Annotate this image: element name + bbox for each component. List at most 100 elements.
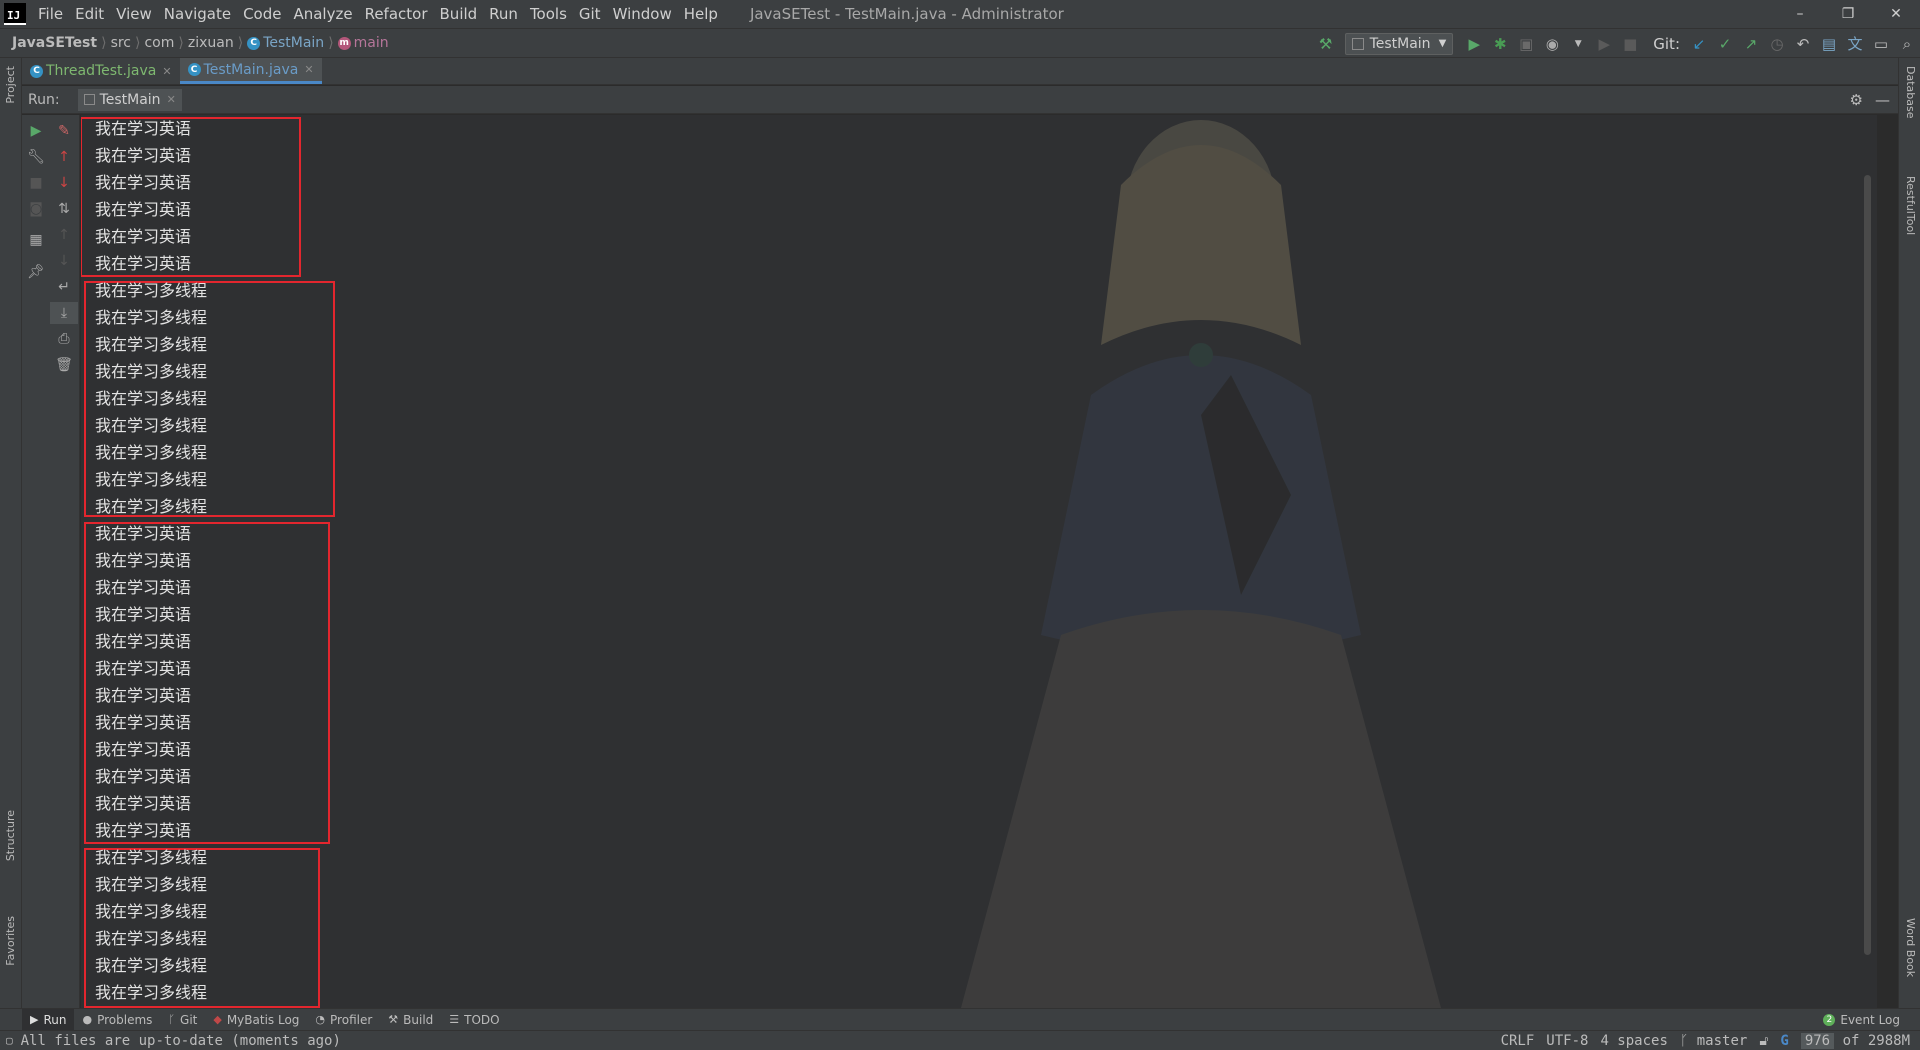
tool-build[interactable]: ⚒ Build bbox=[380, 1009, 441, 1031]
tool-run[interactable]: ▶ Run bbox=[22, 1008, 75, 1031]
tool-git[interactable]: ᚴ Git bbox=[160, 1009, 205, 1031]
console-line: 我在学习英语 bbox=[95, 632, 192, 651]
tool-problems[interactable]: ● Problems bbox=[74, 1009, 160, 1031]
console-line: 我在学习多线程 bbox=[95, 956, 208, 975]
menu-file[interactable]: File bbox=[32, 5, 69, 23]
translate-icon[interactable]: 文 bbox=[1843, 32, 1867, 56]
run-tab-testmain[interactable]: TestMain ✕ bbox=[77, 88, 182, 111]
print-icon[interactable]: ⎙ bbox=[50, 328, 78, 350]
favorites-tool-button[interactable]: Favorites bbox=[4, 916, 17, 966]
soft-wrap-icon[interactable]: ↵ bbox=[50, 276, 78, 298]
minimize-button[interactable]: – bbox=[1776, 0, 1824, 28]
clear-edit-icon[interactable]: ✎ bbox=[50, 120, 78, 142]
resume-icon[interactable]: ▶ bbox=[1592, 32, 1616, 56]
project-structure-icon[interactable]: ▤ bbox=[1817, 32, 1841, 56]
gear-icon[interactable]: ⚙ bbox=[1850, 91, 1863, 109]
class-icon: C bbox=[30, 64, 43, 78]
close-window-button[interactable]: ✕ bbox=[1872, 0, 1920, 28]
event-log-button[interactable]: 2 Event Log bbox=[1823, 1009, 1900, 1031]
breadcrumb-com[interactable]: com bbox=[140, 35, 178, 51]
project-tool-button[interactable]: Project bbox=[4, 66, 17, 104]
close-icon[interactable]: ✕ bbox=[167, 93, 176, 106]
rerun-icon[interactable]: ▶ bbox=[22, 120, 50, 142]
menu-navigate[interactable]: Navigate bbox=[158, 5, 237, 23]
menu-build[interactable]: Build bbox=[434, 5, 484, 23]
restore-button[interactable]: ❐ bbox=[1824, 0, 1872, 28]
pin-icon[interactable]: 📌︎ bbox=[22, 261, 50, 283]
stop-icon[interactable]: ■ bbox=[22, 172, 50, 194]
rollback-icon[interactable]: ↶ bbox=[1791, 32, 1815, 56]
breadcrumb-method[interactable]: m main bbox=[334, 35, 393, 51]
breadcrumb-zixuan[interactable]: zixuan bbox=[184, 35, 238, 51]
menu-view[interactable]: View bbox=[110, 5, 158, 23]
memory-indicator[interactable]: 976 of 2988M bbox=[1800, 1033, 1910, 1049]
breadcrumb-project[interactable]: JavaSETest bbox=[0, 35, 101, 51]
menu-run[interactable]: Run bbox=[483, 5, 524, 23]
class-icon: C bbox=[247, 36, 261, 50]
build-hammer-icon[interactable]: ⚒ bbox=[1314, 32, 1338, 56]
git-branch-icon: ᚴ bbox=[1679, 1033, 1689, 1049]
google-icon[interactable]: G bbox=[1780, 1033, 1788, 1049]
tool-label: Problems bbox=[97, 1012, 153, 1027]
layout-icon[interactable]: ▭ bbox=[1869, 32, 1893, 56]
restfultool-tool-button[interactable]: RestfulTool bbox=[1904, 176, 1917, 235]
arrow-up-icon[interactable]: ↑ bbox=[50, 146, 78, 168]
search-icon[interactable]: ⌕ bbox=[1895, 32, 1919, 56]
event-count-badge: 2 bbox=[1823, 1014, 1836, 1026]
menu-edit[interactable]: Edit bbox=[69, 5, 110, 23]
scroll-up-icon[interactable]: ↑ bbox=[50, 224, 78, 246]
line-separator-widget[interactable]: CRLF bbox=[1501, 1033, 1535, 1049]
run-icon[interactable]: ▶ bbox=[1462, 32, 1486, 56]
structure-tool-button[interactable]: Structure bbox=[4, 810, 17, 861]
menu-tools[interactable]: Tools bbox=[524, 5, 573, 23]
menu-window[interactable]: Window bbox=[607, 5, 678, 23]
arrow-down-icon[interactable]: ↓ bbox=[50, 172, 78, 194]
wrench-icon[interactable]: 🔧︎ bbox=[22, 146, 50, 168]
menu-git[interactable]: Git bbox=[573, 5, 607, 23]
menu-analyze[interactable]: Analyze bbox=[287, 5, 358, 23]
console-line: 我在学习多线程 bbox=[95, 929, 208, 948]
status-widgets: CRLF UTF-8 4 spaces ᚴ master 🔓︎ G 976 of… bbox=[1501, 1031, 1910, 1050]
scroll-to-end-icon[interactable]: ⤓ bbox=[50, 302, 78, 324]
word-book-tool-button[interactable]: Word Book bbox=[1904, 918, 1917, 977]
camera-icon[interactable]: ◙ bbox=[22, 198, 50, 220]
menu-refactor[interactable]: Refactor bbox=[359, 5, 434, 23]
trash-icon[interactable]: 🗑︎ bbox=[50, 354, 78, 376]
history-icon[interactable]: ◷ bbox=[1765, 32, 1789, 56]
console-line: 我在学习多线程 bbox=[95, 848, 208, 867]
sort-icon[interactable]: ⇅ bbox=[50, 198, 78, 220]
console-line: 我在学习英语 bbox=[95, 119, 192, 138]
close-icon[interactable]: ✕ bbox=[162, 65, 171, 78]
layout-icon[interactable]: ▦ bbox=[22, 229, 50, 251]
indent-widget[interactable]: 4 spaces bbox=[1600, 1033, 1667, 1049]
console-output[interactable]: 我在学习英语 我在学习英语 我在学习英语 我在学习英语 我在学习英语 我在学习英语 我在学习… bbox=[81, 115, 1877, 1008]
tool-profiler[interactable]: ◔ Profiler bbox=[307, 1009, 380, 1031]
scroll-down-icon[interactable]: ↓ bbox=[50, 250, 78, 272]
run-config-selector[interactable]: TestMain ▼ bbox=[1344, 32, 1454, 55]
menu-help[interactable]: Help bbox=[678, 5, 724, 23]
encoding-widget[interactable]: UTF-8 bbox=[1546, 1033, 1588, 1049]
lock-icon[interactable]: 🔓︎ bbox=[1759, 1033, 1768, 1049]
tool-todo[interactable]: ☰ TODO bbox=[441, 1009, 507, 1031]
breadcrumb-class[interactable]: C TestMain bbox=[243, 35, 328, 51]
close-icon[interactable]: ✕ bbox=[304, 63, 313, 76]
git-branch-widget[interactable]: ᚴ master bbox=[1680, 1033, 1747, 1049]
console-scrollbar[interactable] bbox=[1864, 175, 1871, 955]
profile-icon[interactable]: ◉ bbox=[1540, 32, 1564, 56]
breadcrumb-src[interactable]: src bbox=[107, 35, 135, 51]
tool-mybatis-log[interactable]: ◆ MyBatis Log bbox=[205, 1009, 307, 1031]
git-commit-icon[interactable]: ✓ bbox=[1713, 32, 1737, 56]
console-line: 我在学习英语 bbox=[95, 173, 192, 192]
coverage-icon[interactable]: ▣ bbox=[1514, 32, 1538, 56]
git-update-icon[interactable]: ↙ bbox=[1687, 32, 1711, 56]
database-tool-button[interactable]: Database bbox=[1904, 66, 1917, 119]
git-push-icon[interactable]: ↗ bbox=[1739, 32, 1763, 56]
debug-icon[interactable]: ✱ bbox=[1488, 32, 1512, 56]
hide-panel-icon[interactable]: — bbox=[1875, 91, 1890, 109]
tab-threadtest[interactable]: C ThreadTest.java ✕ bbox=[22, 58, 180, 84]
stop-icon[interactable]: ■ bbox=[1618, 32, 1642, 56]
status-panel-icon[interactable]: ▢ bbox=[6, 1034, 13, 1047]
chevron-down-icon[interactable]: ▼ bbox=[1566, 32, 1590, 56]
tab-testmain[interactable]: C TestMain.java ✕ bbox=[179, 58, 322, 84]
menu-code[interactable]: Code bbox=[237, 5, 287, 23]
